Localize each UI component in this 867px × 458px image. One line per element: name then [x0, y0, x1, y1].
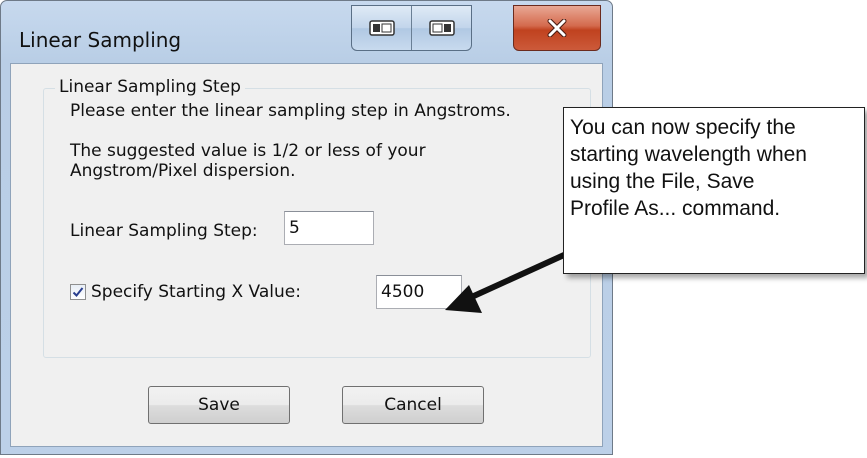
- dialog-client-area: Linear Sampling Step Please enter the li…: [10, 63, 603, 447]
- step-label: Linear Sampling Step:: [70, 221, 258, 241]
- start-value-input[interactable]: [376, 275, 462, 309]
- restore-left-icon: [368, 20, 395, 36]
- annotation-callout: You can now specify the starting wavelen…: [563, 107, 865, 274]
- suggestion-text-line2: Angstrom/Pixel dispersion.: [70, 161, 296, 181]
- caption-buttons: [351, 5, 472, 51]
- callout-line-4: Profile As... command.: [570, 197, 781, 220]
- callout-line-1: You can now specify the: [570, 116, 796, 139]
- instruction-text: Please enter the linear sampling step in…: [70, 101, 511, 121]
- specify-start-label[interactable]: Specify Starting X Value:: [91, 282, 301, 302]
- close-icon: [547, 19, 567, 37]
- cancel-button[interactable]: Cancel: [342, 386, 484, 424]
- close-button[interactable]: [513, 5, 601, 51]
- callout-line-3: using the File, Save: [570, 170, 755, 193]
- restore-right-icon: [428, 20, 455, 36]
- linear-sampling-step-group: Linear Sampling Step Please enter the li…: [43, 77, 591, 358]
- dialog-window: Linear Sampling Linear Sampling Step Ple…: [0, 0, 613, 455]
- suggestion-text-line1: The suggested value is 1/2 or less of yo…: [70, 141, 426, 161]
- specify-start-checkbox[interactable]: [70, 284, 86, 300]
- window-title: Linear Sampling: [19, 28, 182, 52]
- save-button[interactable]: Save: [148, 386, 290, 424]
- step-input[interactable]: [284, 211, 374, 245]
- caption-button-left[interactable]: [352, 6, 412, 50]
- callout-line-2: starting wavelength when: [570, 143, 807, 166]
- group-title: Linear Sampling Step: [55, 77, 245, 97]
- caption-button-right[interactable]: [412, 6, 471, 50]
- checkmark-icon: [72, 287, 84, 297]
